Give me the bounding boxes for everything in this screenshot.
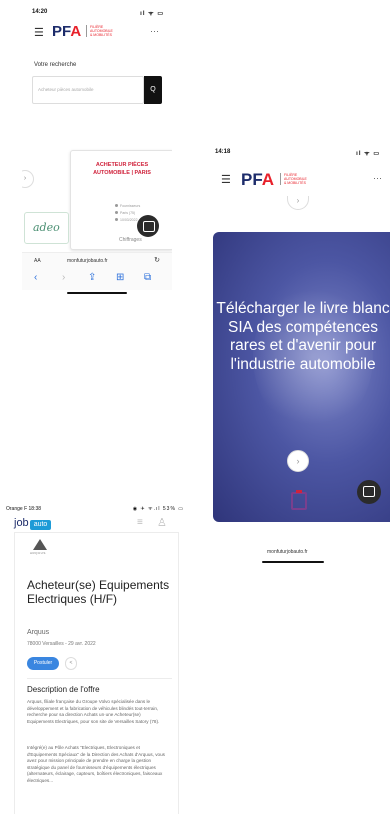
chat-icon[interactable] <box>137 215 159 237</box>
browser-url-bar[interactable]: AA monfuturjobauto.fr ↻ <box>22 252 172 268</box>
home-indicator <box>262 561 324 563</box>
bookmarks-icon[interactable]: ⊞ <box>116 272 124 283</box>
back-icon[interactable]: ‹ <box>34 272 37 283</box>
job-title: Acheteur(se) Equipements Electriques (H/… <box>27 578 170 606</box>
job-card-tag: Chiffrages <box>119 237 142 243</box>
pfa-tagline: FILIÈRE AUTOMOBILE & MOBILITÉS <box>280 173 307 185</box>
hamburger-menu-icon[interactable]: ☰ <box>34 26 44 39</box>
tabs-icon[interactable]: ⧉ <box>144 272 151 283</box>
forward-icon[interactable]: › <box>62 272 65 283</box>
apply-button[interactable]: Postuler <box>27 657 59 670</box>
phone-screenshot-banner: 14:18 ıl ᯤ ▭ ☰ PFA FILIÈRE AUTOMOBILE & MO… <box>207 140 390 572</box>
status-icons: ıl ᯤ ▭ <box>356 151 380 157</box>
company-name[interactable]: Arquus <box>27 629 49 636</box>
more-menu-icon[interactable]: ··· <box>150 26 159 36</box>
pfa-logo[interactable]: PFA <box>52 23 81 40</box>
url-text[interactable]: monfuturjobauto.fr <box>267 549 308 555</box>
chat-icon[interactable] <box>357 480 381 504</box>
hamburger-menu-icon[interactable]: ☰ <box>221 173 231 186</box>
status-icons: ◉ ✈ ᯤ.ıl 53% ▭ <box>132 506 184 512</box>
reload-icon[interactable]: ↻ <box>154 256 160 264</box>
status-carrier-time: Orange F 18:38 <box>6 506 42 512</box>
description-paragraph: Arquus, filiale française du Groupe Volv… <box>27 699 160 724</box>
share-icon[interactable]: ⇪ <box>88 272 96 283</box>
hero-banner-text: Télécharger le livre blanc SIA des compé… <box>216 300 390 373</box>
divider <box>27 678 172 679</box>
pfa-logo[interactable]: PFA <box>241 170 274 190</box>
share-icon[interactable]: < <box>65 657 77 670</box>
pfa-tagline: FILIÈRE AUTOMOBILE & MOBILITÉS <box>86 25 113 37</box>
hero-banner[interactable] <box>213 232 390 522</box>
status-icons: ıl ᯤ ▭ <box>140 11 164 17</box>
adeo-logo: adeo <box>33 221 60 234</box>
more-menu-icon[interactable]: ··· <box>373 173 382 183</box>
job-offer-panel: ARQUUS Acheteur(se) Equipements Electriq… <box>14 532 179 814</box>
job-card[interactable]: ACHETEUR PIÈCES AUTOMOBILE | PARIS Fourn… <box>70 150 172 250</box>
browser-toolbar: ‹ › ⇪ ⊞ ⧉ <box>22 268 172 290</box>
reader-mode-button[interactable]: AA <box>34 258 41 264</box>
hero-next-button[interactable]: › <box>287 450 309 472</box>
home-indicator <box>67 292 127 294</box>
jobauto-logo[interactable]: job auto <box>14 517 52 530</box>
description-heading: Description de l'offre <box>27 685 100 694</box>
search-placeholder: Acheteur pièces automobile <box>38 87 94 92</box>
carousel-prev-button[interactable]: › <box>22 170 34 188</box>
search-label: Votre recherche <box>34 62 77 68</box>
search-button[interactable]: Q <box>144 76 162 104</box>
arquus-logo: ARQUUS <box>30 539 47 555</box>
status-time: 14:20 <box>32 9 48 15</box>
job-card-title: ACHETEUR PIÈCES AUTOMOBILE | PARIS <box>93 162 151 176</box>
clipboard-icon <box>291 490 307 510</box>
menu-icon[interactable]: ≡ <box>137 517 143 528</box>
job-card-meta: Fournisseurs Paris (75) 10/03/2022 <box>115 203 140 224</box>
description-paragraph: Intégré(e) au Pôle Achats "Electriques, … <box>27 745 165 783</box>
url-text: monfuturjobauto.fr <box>67 258 108 264</box>
search-input[interactable]: Acheteur pièces automobile <box>32 76 144 104</box>
location-date: 78000 Versailles - 29 avr. 2022 <box>27 641 96 647</box>
status-time: 14:18 <box>215 149 231 155</box>
phone-screenshot-search: 14:20 ıl ᯤ ▭ ☰ PFA FILIÈRE AUTOMOBILE & MO… <box>22 0 172 298</box>
user-icon[interactable]: ♙ <box>157 516 167 529</box>
partner-logo-card[interactable]: adeo <box>24 212 69 244</box>
scroll-arrow-icon[interactable]: › <box>287 196 309 210</box>
phone-screenshot-job-offer: Orange F 18:38 ◉ ✈ ᯤ.ıl 53% ▭ job auto ≡ … <box>0 500 190 814</box>
